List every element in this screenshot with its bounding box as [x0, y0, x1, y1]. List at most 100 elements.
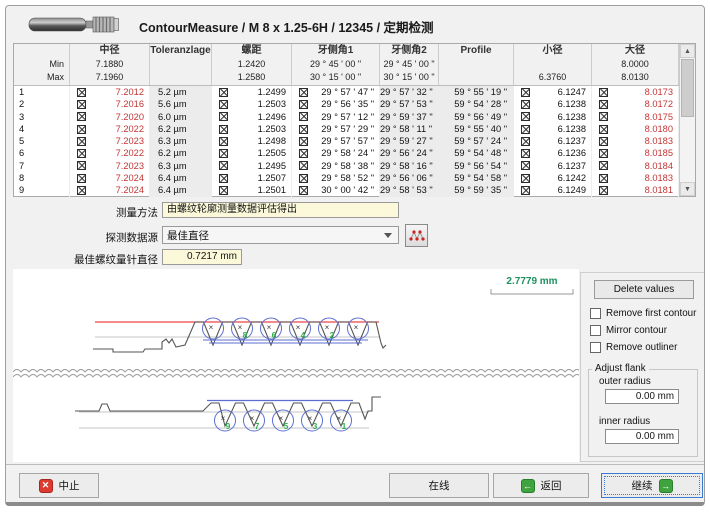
- checked-checkbox-icon[interactable]: [599, 137, 608, 146]
- checked-checkbox-icon[interactable]: [77, 149, 86, 158]
- outer-radius-field[interactable]: 0.00 mm: [605, 389, 679, 404]
- checked-checkbox-icon[interactable]: [77, 137, 86, 146]
- scrollbar-thumb[interactable]: [681, 59, 694, 117]
- table-body: 17.20125.2 µm1.249929 ° 57 ' 47 "29 ° 57…: [14, 86, 679, 196]
- minor-diameter-value: 6.1237: [530, 135, 591, 147]
- table-row[interactable]: 57.20236.3 µm1.249829 ° 57 ' 57 "29 ° 59…: [14, 135, 679, 147]
- checked-checkbox-icon[interactable]: [599, 88, 608, 97]
- delete-values-button[interactable]: Delete values: [594, 280, 694, 299]
- column-header: 牙侧角129 ° 45 ' 00 "30 ° 15 ' 00 ": [292, 44, 380, 85]
- checked-checkbox-icon[interactable]: [299, 100, 308, 109]
- wire-diameter-field[interactable]: 0.7217 mm: [162, 249, 242, 265]
- checked-checkbox-icon[interactable]: [599, 161, 608, 170]
- panel-checkbox-remove-first-contour[interactable]: Remove first contour: [590, 306, 696, 320]
- checked-checkbox-icon[interactable]: [521, 161, 530, 170]
- checked-checkbox-icon[interactable]: [599, 149, 608, 158]
- checked-checkbox-icon[interactable]: [521, 112, 530, 121]
- checked-checkbox-icon[interactable]: [77, 186, 86, 195]
- checked-checkbox-icon[interactable]: [599, 112, 608, 121]
- points-pattern-icon: [408, 228, 425, 243]
- unchecked-checkbox-icon[interactable]: [590, 325, 601, 336]
- profile-points-button[interactable]: [405, 224, 428, 247]
- checked-checkbox-icon[interactable]: [77, 112, 86, 121]
- unchecked-checkbox-icon[interactable]: [590, 308, 601, 319]
- checkbox-label: Remove first contour: [606, 308, 696, 319]
- abort-button[interactable]: ✕ 中止: [19, 473, 99, 498]
- row-index: 6: [14, 147, 70, 159]
- checked-checkbox-icon[interactable]: [299, 174, 308, 183]
- checked-checkbox-icon[interactable]: [521, 88, 530, 97]
- checked-checkbox-icon[interactable]: [299, 161, 308, 170]
- checked-checkbox-icon[interactable]: [77, 100, 86, 109]
- column-header: 小径6.3760: [514, 44, 592, 85]
- major-diameter-value: 8.0173: [608, 86, 678, 98]
- checked-checkbox-icon[interactable]: [299, 125, 308, 134]
- scroll-down-icon[interactable]: ▼: [680, 182, 695, 196]
- checked-checkbox-icon[interactable]: [299, 137, 308, 146]
- tolerance-value: 6.3 µm: [150, 135, 212, 147]
- inner-radius-field[interactable]: 0.00 mm: [605, 429, 679, 444]
- checked-checkbox-icon[interactable]: [77, 125, 86, 134]
- table-scrollbar[interactable]: ▲ ▼: [679, 44, 695, 196]
- row-index: 3: [14, 111, 70, 123]
- unchecked-checkbox-icon[interactable]: [590, 342, 601, 353]
- checked-checkbox-icon[interactable]: [599, 100, 608, 109]
- checkbox-label: Remove outliner: [606, 342, 677, 353]
- checked-checkbox-icon[interactable]: [521, 100, 530, 109]
- tolerance-value: 6.2 µm: [150, 123, 212, 135]
- contour-plot[interactable]: 2.7779 mm ××8×6×4×2××9×7×5×3×1: [13, 269, 579, 462]
- scroll-up-icon[interactable]: ▲: [680, 44, 695, 58]
- checked-checkbox-icon[interactable]: [219, 88, 228, 97]
- checked-checkbox-icon[interactable]: [299, 112, 308, 121]
- checked-checkbox-icon[interactable]: [299, 88, 308, 97]
- checked-checkbox-icon[interactable]: [77, 161, 86, 170]
- measurement-method-field[interactable]: 由螺纹轮廓测量数据评估得出: [162, 202, 399, 218]
- checked-checkbox-icon[interactable]: [219, 100, 228, 109]
- panel-checkbox-mirror-contour[interactable]: Mirror contour: [590, 323, 667, 337]
- checked-checkbox-icon[interactable]: [219, 186, 228, 195]
- svg-text:×: ×: [354, 323, 359, 332]
- checked-checkbox-icon[interactable]: [219, 174, 228, 183]
- flank-angle1-value: 29 ° 57 ' 57 ": [308, 135, 379, 147]
- checked-checkbox-icon[interactable]: [599, 186, 608, 195]
- checked-checkbox-icon[interactable]: [77, 174, 86, 183]
- next-label: 继续: [632, 478, 653, 493]
- next-button[interactable]: 继续 →: [601, 473, 703, 498]
- minor-diameter-value: 6.1242: [530, 172, 591, 184]
- header: ContourMeasure / M 8 x 1.25-6H / 12345 /…: [6, 6, 704, 42]
- checked-checkbox-icon[interactable]: [521, 174, 530, 183]
- row-index: 1: [14, 86, 70, 98]
- table-row[interactable]: 17.20125.2 µm1.249929 ° 57 ' 47 "29 ° 57…: [14, 86, 679, 98]
- table-row[interactable]: 47.20226.2 µm1.250329 ° 57 ' 29 "29 ° 58…: [14, 123, 679, 135]
- flank-angle1-value: 29 ° 58 ' 24 ": [308, 147, 379, 159]
- tolerance-value: 6.2 µm: [150, 147, 212, 159]
- table-row[interactable]: 67.20226.2 µm1.250529 ° 58 ' 24 "29 ° 56…: [14, 147, 679, 159]
- checked-checkbox-icon[interactable]: [219, 137, 228, 146]
- checked-checkbox-icon[interactable]: [521, 149, 530, 158]
- table-row[interactable]: 97.20246.4 µm1.250130 ° 00 ' 42 "29 ° 58…: [14, 184, 679, 196]
- checked-checkbox-icon[interactable]: [219, 149, 228, 158]
- column-header: 中径7.18807.1960: [70, 44, 150, 85]
- panel-checkbox-remove-outliner[interactable]: Remove outliner: [590, 340, 677, 354]
- back-button[interactable]: ← 返回: [493, 473, 589, 498]
- checked-checkbox-icon[interactable]: [521, 125, 530, 134]
- checked-checkbox-icon[interactable]: [299, 186, 308, 195]
- tolerance-value: 6.4 µm: [150, 184, 212, 196]
- major-diameter-value: 8.0185: [608, 147, 678, 159]
- checked-checkbox-icon[interactable]: [219, 161, 228, 170]
- table-row[interactable]: 77.20236.3 µm1.249529 ° 58 ' 38 "29 ° 58…: [14, 160, 679, 172]
- online-button[interactable]: 在线: [389, 473, 489, 498]
- checked-checkbox-icon[interactable]: [521, 137, 530, 146]
- data-source-select[interactable]: 最佳直径: [162, 226, 399, 244]
- checked-checkbox-icon[interactable]: [299, 149, 308, 158]
- checked-checkbox-icon[interactable]: [599, 125, 608, 134]
- table-row[interactable]: 37.20206.0 µm1.249629 ° 57 ' 12 "29 ° 59…: [14, 111, 679, 123]
- checked-checkbox-icon[interactable]: [219, 125, 228, 134]
- table-row[interactable]: 27.20165.6 µm1.250329 ° 56 ' 35 "29 ° 57…: [14, 98, 679, 110]
- checked-checkbox-icon[interactable]: [521, 186, 530, 195]
- table-row[interactable]: 87.20246.4 µm1.250729 ° 58 ' 52 "29 ° 56…: [14, 172, 679, 184]
- pitch-diameter-value: 7.2022: [86, 147, 149, 159]
- checked-checkbox-icon[interactable]: [599, 174, 608, 183]
- checked-checkbox-icon[interactable]: [219, 112, 228, 121]
- checked-checkbox-icon[interactable]: [77, 88, 86, 97]
